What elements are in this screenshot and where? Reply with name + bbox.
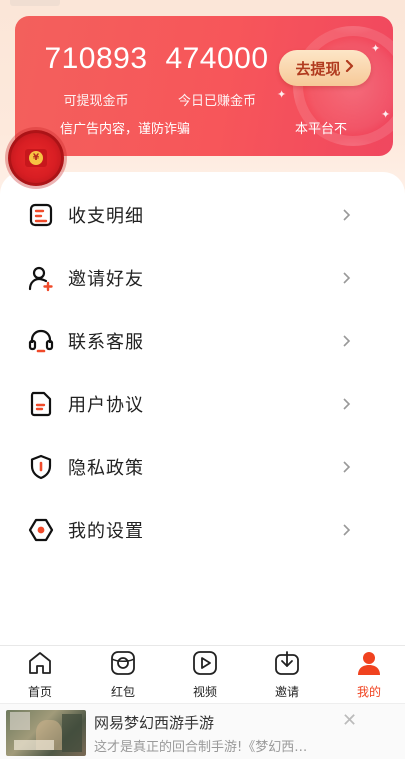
withdrawable-coins-label: 可提现金币	[63, 94, 129, 109]
chevron-right-icon	[343, 335, 351, 347]
floating-red-packet-button[interactable]: ¥	[8, 130, 64, 186]
tab-invite[interactable]: 邀请	[257, 649, 317, 700]
bottom-tab-bar: 首页 红包 视频 邀请 我的	[0, 645, 405, 703]
red-packet-icon	[111, 651, 135, 675]
headset-icon	[28, 329, 54, 353]
menu-item-customer-service[interactable]: 联系客服	[0, 316, 405, 366]
tab-red-packet[interactable]: 红包	[93, 649, 153, 700]
menu-item-label: 联系客服	[68, 332, 144, 353]
marquee-text: 信广告内容，谨防诈骗	[60, 122, 191, 137]
earned-today-label: 今日已赚金币	[177, 94, 256, 109]
ledger-icon	[29, 203, 53, 227]
withdraw-button-label: 去提现	[295, 59, 341, 78]
menu-item-privacy-policy[interactable]: 隐私政策	[0, 442, 405, 492]
menu-item-label: 隐私政策	[68, 458, 144, 479]
fraud-warning-marquee: 信广告内容，谨防诈骗 本平台不	[15, 118, 393, 137]
invite-icon	[275, 651, 299, 675]
ad-title: 网易梦幻西游手游	[94, 714, 215, 732]
tab-video[interactable]: 视频	[175, 649, 235, 700]
ad-banner[interactable]: 网易梦幻西游手游 这才是真正的回合制手游!《梦幻西… ✕	[0, 703, 405, 759]
earned-today-stat: 474000 今日已赚金币	[155, 40, 279, 109]
menu-item-label: 邀请好友	[68, 269, 144, 290]
document-icon	[30, 391, 52, 417]
sparkle-icon: ✦	[371, 42, 381, 55]
tab-label: 我的	[356, 685, 381, 699]
home-icon	[29, 652, 51, 674]
earned-today-value: 474000	[165, 42, 269, 75]
tab-home[interactable]: 首页	[10, 649, 70, 700]
red-packet-icon: ¥	[25, 149, 47, 167]
coin-icon: ¥	[29, 151, 43, 165]
menu-item-label: 用户协议	[68, 395, 144, 416]
withdraw-button[interactable]: 去提现	[279, 50, 371, 86]
tab-profile[interactable]: 我的	[339, 649, 399, 700]
top-strip	[10, 0, 60, 6]
coin-wallet-card: ✦ ✦ ✦ 710893 可提现金币 474000 今日已赚金币 去提现 信广告…	[15, 16, 393, 156]
tab-label: 红包	[110, 685, 135, 699]
withdrawable-coins-value: 710893	[44, 42, 148, 75]
chevron-right-icon	[343, 209, 351, 221]
chevron-right-icon	[345, 59, 355, 76]
ad-thumbnail-image	[6, 710, 86, 756]
video-icon	[193, 651, 217, 675]
tab-label: 邀请	[274, 685, 299, 699]
withdrawable-coins-stat: 710893 可提现金币	[35, 40, 157, 109]
profile-icon	[358, 652, 380, 675]
close-icon[interactable]: ✕	[342, 710, 357, 731]
chevron-right-icon	[343, 272, 351, 284]
shield-icon	[30, 454, 52, 480]
menu-item-label: 我的设置	[68, 521, 144, 542]
settings-icon	[28, 518, 54, 542]
chevron-right-icon	[343, 524, 351, 536]
menu-item-settings[interactable]: 我的设置	[0, 505, 405, 555]
ad-subtitle: 这才是真正的回合制手游!《梦幻西…	[94, 740, 308, 755]
menu-item-user-agreement[interactable]: 用户协议	[0, 379, 405, 429]
menu-panel: 收支明细 邀请好友 联系客服 用户协议 隐私政策 我的设置	[0, 172, 405, 647]
menu-item-invite-friends[interactable]: 邀请好友	[0, 253, 405, 303]
chevron-right-icon	[343, 398, 351, 410]
invite-user-icon	[28, 266, 53, 292]
menu-item-ledger[interactable]: 收支明细	[0, 190, 405, 240]
marquee-text: 本平台不	[295, 122, 348, 137]
tab-label: 首页	[27, 685, 52, 699]
tab-label: 视频	[192, 685, 217, 699]
menu-item-label: 收支明细	[68, 206, 144, 227]
chevron-right-icon	[343, 461, 351, 473]
